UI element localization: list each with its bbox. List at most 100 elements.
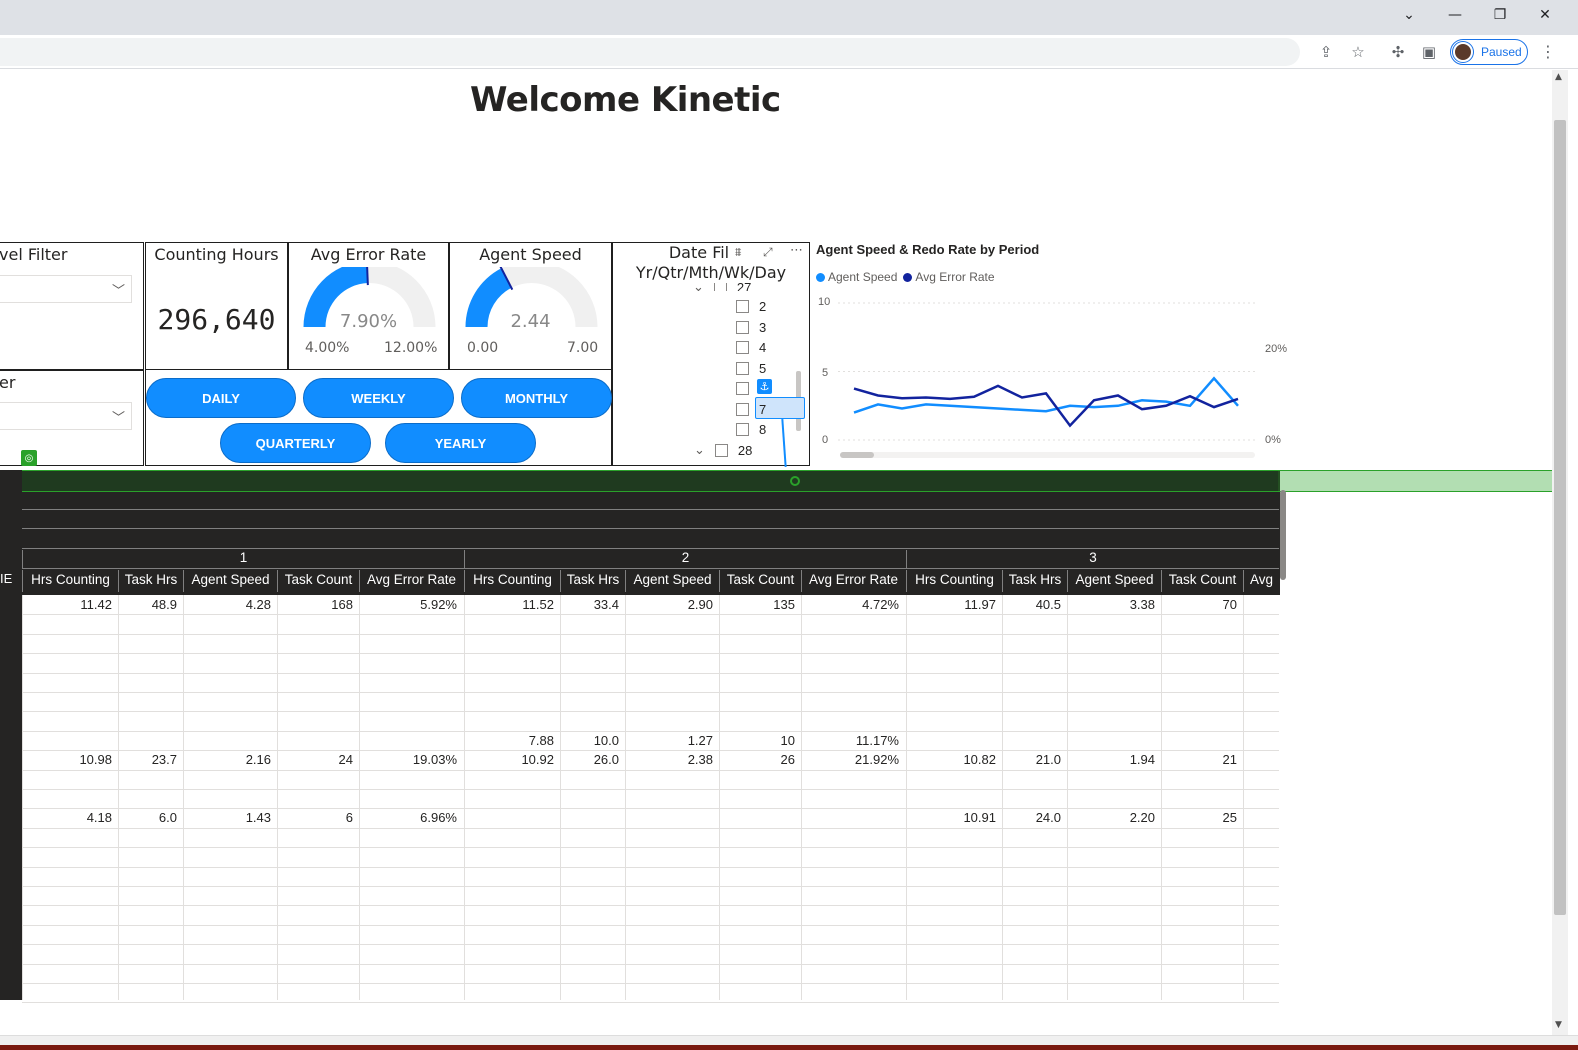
- drag-handle-icon[interactable]: ◎: [21, 450, 37, 466]
- matrix-cell[interactable]: 2.16: [183, 752, 277, 767]
- matrix-column-header[interactable]: Agent Speed: [1067, 570, 1161, 592]
- matrix-cell[interactable]: 7.88: [464, 733, 560, 748]
- matrix-cell[interactable]: 6.0: [118, 810, 183, 825]
- matrix-column-header[interactable]: Task Hrs: [560, 570, 625, 592]
- matrix-cell[interactable]: 26: [719, 752, 801, 767]
- matrix-cell[interactable]: 21: [1161, 752, 1243, 767]
- level-filter-dropdown[interactable]: ﹀: [0, 275, 132, 303]
- matrix-cell[interactable]: 23.7: [118, 752, 183, 767]
- matrix-cell[interactable]: 10.98: [22, 752, 118, 767]
- matrix-column-header[interactable]: Hrs Counting: [22, 570, 118, 592]
- page-scrollbar-thumb[interactable]: [1554, 120, 1566, 915]
- more-options-icon[interactable]: ⋯: [790, 243, 803, 258]
- daily-button[interactable]: DAILY: [146, 378, 296, 418]
- monthly-button[interactable]: MONTHLY: [461, 378, 612, 418]
- matrix-column-header[interactable]: Agent Speed: [625, 570, 719, 592]
- matrix-group-header[interactable]: 1: [22, 550, 464, 568]
- slicer-item-2[interactable]: 2: [736, 299, 766, 314]
- matrix-cell[interactable]: 10.0: [560, 733, 625, 748]
- matrix-cell[interactable]: 135: [719, 597, 801, 612]
- matrix-column-header[interactable]: Task Hrs: [1002, 570, 1067, 592]
- page-scrollbar[interactable]: ▲ ▼: [1552, 70, 1568, 1035]
- share-icon[interactable]: ⇪: [1316, 42, 1336, 62]
- chart-scrollbar-track[interactable]: [840, 452, 1255, 458]
- resize-handle[interactable]: [790, 476, 800, 486]
- matrix-cell[interactable]: 3.38: [1067, 597, 1161, 612]
- matrix-cell[interactable]: 4.18: [22, 810, 118, 825]
- checkbox[interactable]: [713, 283, 727, 291]
- matrix-cell[interactable]: 26.0: [560, 752, 625, 767]
- level-filter-slicer[interactable]: vel Filter ﹀: [0, 242, 144, 370]
- matrix-cell[interactable]: 10.91: [906, 810, 1002, 825]
- matrix-cell[interactable]: 4.72%: [801, 597, 905, 612]
- quarterly-button[interactable]: QUARTERLY: [220, 423, 371, 463]
- matrix-cell[interactable]: 24.0: [1002, 810, 1067, 825]
- matrix-cell[interactable]: 40.5: [1002, 597, 1067, 612]
- matrix-column-header[interactable]: Hrs Counting: [906, 570, 1002, 592]
- matrix-cell[interactable]: 70: [1161, 597, 1243, 612]
- slicer-item-3[interactable]: 3: [736, 320, 766, 335]
- filter-icon[interactable]: ⩩: [735, 245, 741, 260]
- date-filter-slicer[interactable]: Date Fil Yr/Qtr/Mth/Wk/Day ⩩ ⤢ ⋯ ⌄ 27 234…: [612, 242, 810, 467]
- matrix-scrollbar[interactable]: [1280, 490, 1286, 580]
- checkbox[interactable]: [736, 300, 749, 313]
- side-panel-icon[interactable]: ▣: [1419, 42, 1439, 62]
- matrix-cell[interactable]: 21.0: [1002, 752, 1067, 767]
- scroll-down-icon[interactable]: ▼: [1555, 1020, 1562, 1030]
- matrix-group-header[interactable]: 2: [464, 550, 906, 568]
- menu-icon[interactable]: ⋮: [1540, 42, 1556, 61]
- matrix-column-header[interactable]: Avg: [1243, 570, 1279, 592]
- matrix-cell[interactable]: 6: [277, 810, 359, 825]
- matrix-cell[interactable]: 4.28: [183, 597, 277, 612]
- checkbox[interactable]: [736, 423, 749, 436]
- matrix-cell[interactable]: 1.94: [1067, 752, 1161, 767]
- matrix-cell[interactable]: 11.52: [464, 597, 560, 612]
- slicer-item-7[interactable]: 7: [736, 402, 766, 417]
- matrix-cell[interactable]: 24: [277, 752, 359, 767]
- checkbox[interactable]: [736, 341, 749, 354]
- matrix-cell[interactable]: 10: [719, 733, 801, 748]
- tab-search-icon[interactable]: ⌄: [1386, 0, 1432, 30]
- checkbox[interactable]: [736, 402, 749, 416]
- extensions-icon[interactable]: ✣: [1388, 42, 1408, 62]
- matrix-cell[interactable]: 11.97: [906, 597, 1002, 612]
- scroll-up-icon[interactable]: ▲: [1555, 72, 1562, 82]
- matrix-cell[interactable]: 48.9: [118, 597, 183, 612]
- slicer-item-partial[interactable]: ⌄ 27: [693, 283, 751, 291]
- slicer-item-28[interactable]: ⌄ 28: [694, 442, 752, 458]
- checkbox[interactable]: [736, 382, 749, 395]
- matrix-cell[interactable]: 10.92: [464, 752, 560, 767]
- second-filter-dropdown[interactable]: ﹀: [0, 402, 132, 430]
- matrix-column-header[interactable]: Hrs Counting: [464, 570, 560, 592]
- matrix-cell[interactable]: 11.42: [22, 597, 118, 612]
- weekly-button[interactable]: WEEKLY: [303, 378, 454, 418]
- matrix-cell[interactable]: 21.92%: [801, 752, 905, 767]
- anchor-icon[interactable]: ⚓: [757, 379, 772, 394]
- checkbox[interactable]: [736, 320, 749, 334]
- focus-mode-icon[interactable]: ⤢: [763, 245, 773, 260]
- checkbox[interactable]: [736, 361, 749, 375]
- close-window-icon[interactable]: ✕: [1522, 0, 1568, 30]
- address-bar[interactable]: [0, 38, 1300, 66]
- matrix-cell[interactable]: 6.96%: [359, 810, 463, 825]
- matrix-cell[interactable]: 168: [277, 597, 359, 612]
- matrix-cell[interactable]: 1.27: [625, 733, 719, 748]
- matrix-cell[interactable]: 11.17%: [801, 733, 905, 748]
- matrix-cell[interactable]: 10.82: [906, 752, 1002, 767]
- chart-scrollbar-thumb[interactable]: [840, 452, 874, 458]
- matrix-group-header[interactable]: 3: [906, 550, 1279, 568]
- matrix-cell[interactable]: 33.4: [560, 597, 625, 612]
- bookmark-star-icon[interactable]: ☆: [1348, 42, 1368, 62]
- matrix-column-header[interactable]: Task Hrs: [118, 570, 183, 592]
- matrix-cell[interactable]: 1.43: [183, 810, 277, 825]
- yearly-button[interactable]: YEARLY: [385, 423, 536, 463]
- matrix-column-header[interactable]: Task Count: [719, 570, 801, 592]
- minimize-icon[interactable]: —: [1432, 0, 1478, 30]
- profile-button[interactable]: Paused: [1450, 39, 1528, 65]
- matrix-column-header[interactable]: Task Count: [277, 570, 359, 592]
- matrix-cell[interactable]: 2.38: [625, 752, 719, 767]
- checkbox[interactable]: [714, 443, 728, 457]
- slicer-item-4[interactable]: 4: [736, 340, 766, 355]
- matrix-column-header[interactable]: Avg Error Rate: [801, 570, 905, 592]
- matrix-cell[interactable]: 2.20: [1067, 810, 1161, 825]
